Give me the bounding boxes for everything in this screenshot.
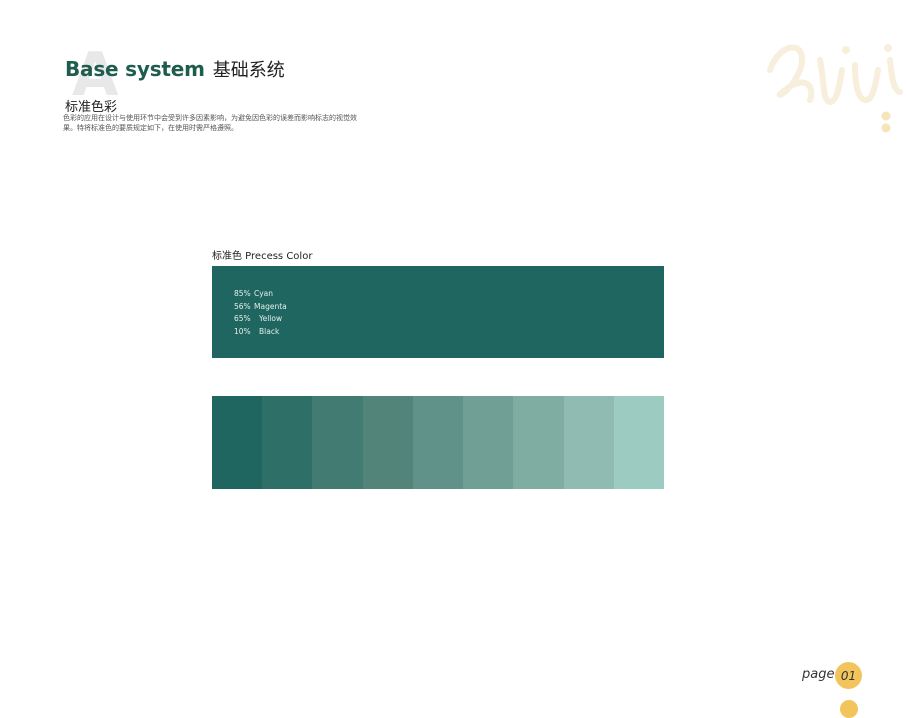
cmyk-name: Magenta [254, 301, 287, 311]
cmyk-name: Cyan [254, 289, 274, 298]
tint-swatch-4 [362, 396, 413, 489]
cmyk-row-magenta: 56% Magenta [234, 301, 287, 314]
title-en: Base system [65, 57, 205, 81]
tint-swatch-7 [513, 396, 564, 489]
page-title: Base system 基础系统 [65, 56, 285, 82]
tint-swatch-1 [212, 396, 263, 489]
page-number: 01 [840, 668, 857, 683]
tint-swatch-8 [563, 396, 614, 489]
section-description: 色彩的应用在设计与使用环节中会受到许多因素影响，为避免因色彩的误差而影响标志的视… [63, 114, 357, 132]
precess-color-swatch: 85% Cyan 56% Magenta 65% Yellow 10% Blac… [212, 266, 664, 358]
tint-swatch-2 [262, 396, 313, 489]
decorative-dot [840, 700, 858, 718]
cmyk-percent: 85% [234, 289, 251, 298]
title-cn: 基础系统 [212, 60, 285, 81]
tint-swatch-9 [613, 396, 664, 489]
cmyk-percent: 56% [234, 301, 251, 311]
cmyk-percent: 65% [234, 314, 251, 323]
page-number-badge: 01 [835, 662, 862, 689]
cmyk-name: Black [259, 326, 280, 336]
page-word: page [802, 667, 835, 682]
tint-strip [212, 396, 664, 489]
cmyk-row-cyan: 85% Cyan [234, 288, 287, 301]
cmyk-name: Yellow [259, 314, 283, 323]
cmyk-row-black: 10% Black [234, 326, 287, 339]
cmyk-percent: 10% [234, 326, 251, 336]
precess-color-label: 标准色 Precess Color [212, 251, 313, 262]
tint-swatch-6 [463, 396, 514, 489]
cmyk-row-yellow: 65% Yellow [234, 313, 287, 326]
tint-swatch-3 [312, 396, 363, 489]
tint-swatch-5 [412, 396, 464, 489]
decorative-script-logo [767, 44, 903, 133]
cmyk-values: 85% Cyan 56% Magenta 65% Yellow 10% Blac… [234, 288, 287, 338]
